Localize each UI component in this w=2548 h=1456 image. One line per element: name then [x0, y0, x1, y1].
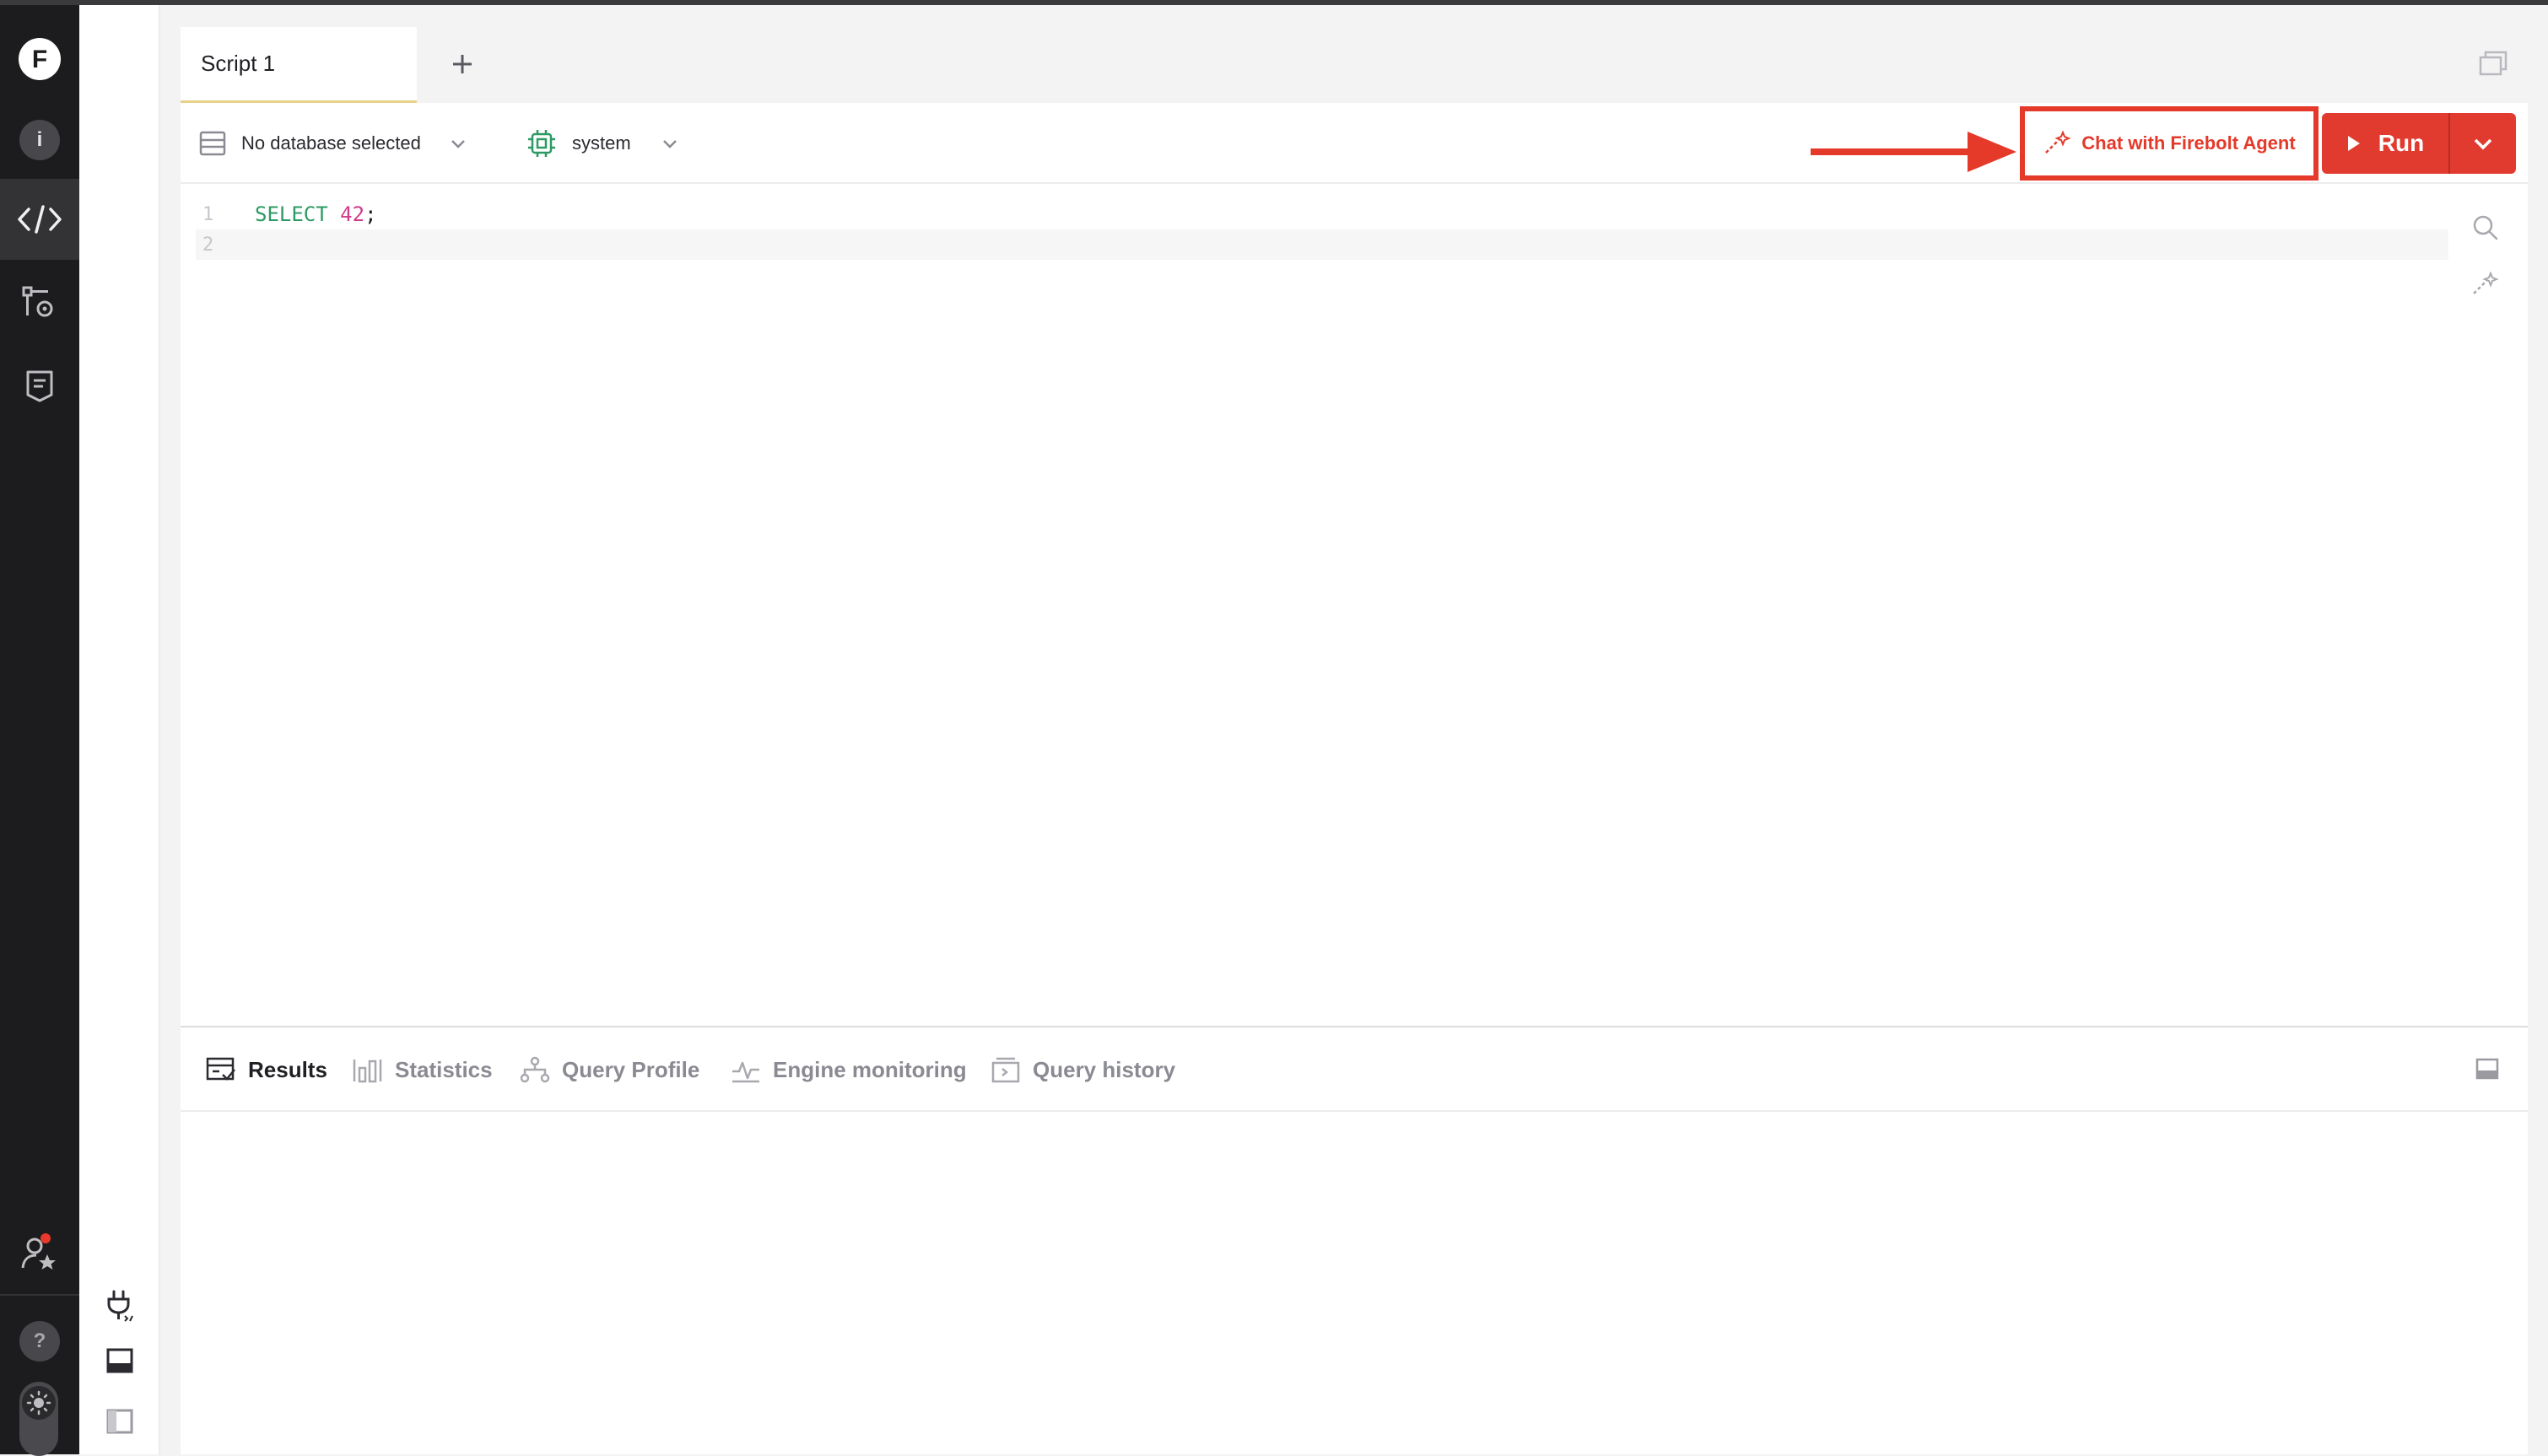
- connector-button[interactable]: [79, 1289, 160, 1323]
- chevron-down-icon: [662, 140, 677, 148]
- sql-keyword: SELECT: [255, 202, 328, 226]
- plus-icon: [453, 55, 472, 73]
- chevron-down-icon: [451, 140, 465, 148]
- tab-statistics[interactable]: Statistics: [353, 1027, 493, 1112]
- results-panel: [181, 1112, 2528, 1454]
- toggle-side-panel-button[interactable]: [79, 1409, 160, 1434]
- play-icon: [2347, 136, 2360, 151]
- sql-editor[interactable]: 1 SELECT 42 ; 2: [181, 184, 2528, 1026]
- engine-label: system: [572, 132, 631, 154]
- tab-query-profile-label: Query Profile: [562, 1056, 700, 1082]
- info-button[interactable]: i: [0, 108, 79, 172]
- tab-query-profile[interactable]: Query Profile: [520, 1027, 699, 1112]
- tab-results-label: Results: [248, 1056, 327, 1082]
- account-button[interactable]: [0, 1220, 79, 1287]
- restore-window-button[interactable]: [2479, 51, 2508, 80]
- svg-text:F: F: [32, 46, 47, 73]
- toggle-bottom-panel-button[interactable]: [79, 1348, 160, 1373]
- database-icon: [199, 131, 226, 156]
- run-label: Run: [2378, 130, 2425, 156]
- panel-left-icon: [106, 1409, 133, 1434]
- restore-window-icon: [2479, 51, 2508, 76]
- line-number: 2: [202, 234, 214, 256]
- user-star-icon: [21, 1238, 56, 1270]
- sparkle-wand-icon: [2473, 271, 2499, 294]
- database-selector[interactable]: No database selected: [199, 103, 467, 184]
- panel-bottom-icon: [2475, 1058, 2499, 1080]
- editor-ai-assist-button[interactable]: [2470, 271, 2499, 301]
- results-tab-bar: Results Statistics Query Profile Engine …: [181, 1026, 2528, 1112]
- info-icon: i: [19, 120, 60, 160]
- sun-icon: [22, 1386, 56, 1420]
- rail-divider: [0, 1294, 79, 1296]
- chat-agent-label: Chat with Firebolt Agent: [2081, 132, 2296, 154]
- sql-number: 42: [340, 202, 365, 226]
- run-button[interactable]: Run: [2322, 113, 2450, 174]
- main-area: Script 1 No database selected system Cha…: [181, 5, 2528, 1454]
- panel-bottom-icon: [106, 1348, 133, 1373]
- sparkle-wand-icon: [2045, 131, 2071, 154]
- editor-line-current: 2: [196, 229, 2448, 260]
- engine-chip-icon: [528, 130, 555, 157]
- editor-line: 1 SELECT 42 ;: [196, 199, 377, 229]
- workflow-settings-icon: [22, 286, 53, 317]
- sidebar-item-configure[interactable]: [0, 270, 79, 337]
- firebolt-logo-icon: F: [19, 38, 61, 80]
- editor-search-button[interactable]: [2472, 214, 2499, 245]
- run-options-button[interactable]: [2450, 113, 2516, 174]
- tab-script-1[interactable]: Script 1: [181, 27, 417, 103]
- script-tab-bar: Script 1: [181, 22, 2528, 103]
- add-tab-button[interactable]: [442, 44, 483, 84]
- tab-label: Script 1: [201, 51, 276, 76]
- tab-engine-monitoring[interactable]: Engine monitoring: [731, 1027, 967, 1112]
- logo[interactable]: F: [0, 27, 79, 91]
- notification-dot: [40, 1233, 51, 1243]
- run-button-group: Run: [2322, 113, 2516, 174]
- toggle-results-panel-button[interactable]: [2475, 1058, 2499, 1084]
- tab-engine-monitoring-label: Engine monitoring: [773, 1056, 967, 1082]
- plug-icon: [107, 1290, 133, 1322]
- tab-results[interactable]: Results: [206, 1027, 327, 1112]
- engine-monitoring-icon: [732, 1061, 759, 1083]
- sidebar-item-develop[interactable]: [0, 179, 79, 260]
- annotation-arrow-icon: [1811, 132, 2016, 172]
- sql-terminator: ;: [364, 202, 377, 226]
- help-button[interactable]: ?: [0, 1304, 79, 1378]
- help-icon: ?: [19, 1321, 60, 1362]
- engine-selector[interactable]: system: [526, 103, 678, 184]
- database-label: No database selected: [241, 132, 421, 154]
- search-icon: [2473, 215, 2498, 240]
- tab-statistics-label: Statistics: [395, 1056, 493, 1082]
- secondary-panel: [79, 5, 160, 1454]
- statistics-icon: [353, 1060, 382, 1083]
- chevron-down-icon: [2474, 138, 2492, 150]
- code-icon: [18, 205, 62, 234]
- document-icon: [26, 370, 53, 402]
- theme-toggle[interactable]: [19, 1382, 58, 1456]
- tab-query-history[interactable]: Query history: [991, 1027, 1175, 1112]
- results-icon: [206, 1057, 235, 1081]
- tab-query-history-label: Query history: [1033, 1056, 1176, 1082]
- line-number: 1: [202, 203, 214, 225]
- sidebar-item-documents[interactable]: [0, 353, 79, 420]
- left-rail: F i ?: [0, 5, 79, 1456]
- editor-toolbar: No database selected system Chat with Fi…: [181, 103, 2528, 184]
- query-history-icon: [991, 1057, 1020, 1083]
- query-profile-icon: [520, 1056, 550, 1083]
- chat-agent-button[interactable]: Chat with Firebolt Agent: [2020, 106, 2319, 181]
